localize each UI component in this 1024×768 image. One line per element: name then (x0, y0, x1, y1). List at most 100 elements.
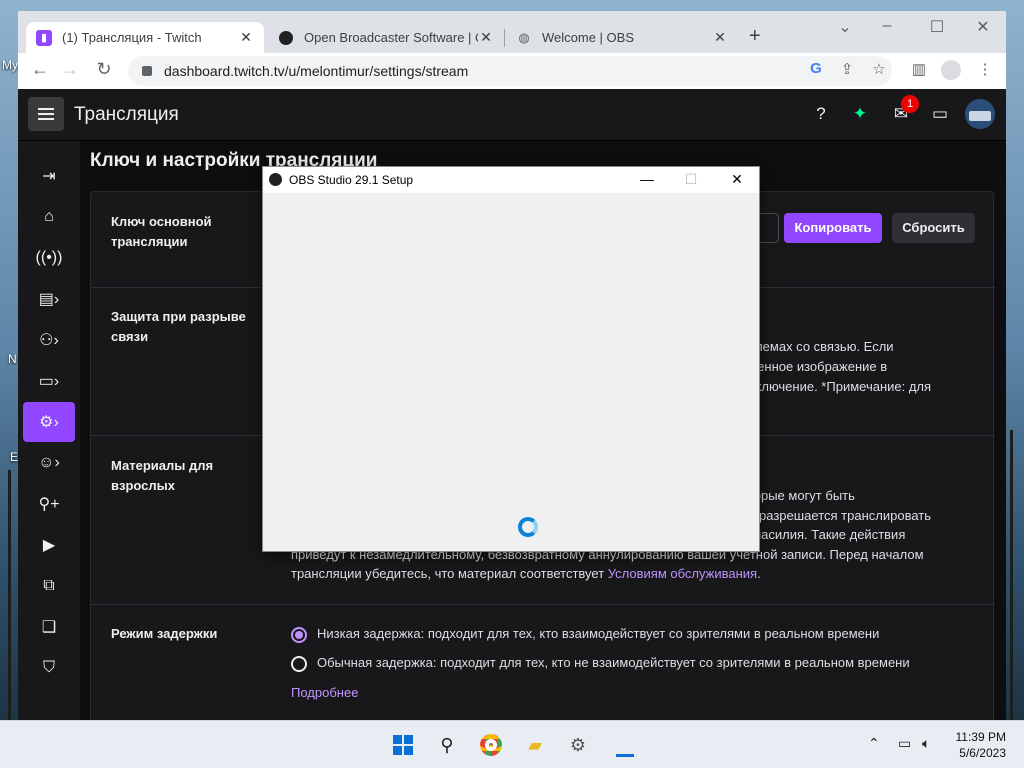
close-icon[interactable]: ✕ (238, 29, 254, 46)
twitch-icon: ▮ (36, 29, 52, 46)
dashboard-sidebar: ⇥ ⌂ ((•)) ▤› ⚇› ▭› ⚙› ☺› ⚲+ ▶ ⧉ ❑ ⛉ (18, 141, 80, 720)
back-icon[interactable]: ← (28, 59, 52, 80)
description-text: еменное изображение в (741, 359, 888, 374)
side-panel-icon[interactable]: ▥ (908, 60, 930, 78)
tab-divider (504, 29, 505, 47)
learn-more-link[interactable]: Подробнее (291, 683, 358, 703)
disconnect-protection-label: Защита при разрыве связи (111, 309, 246, 344)
description-text: . (757, 566, 761, 581)
dialog-title: OBS Studio 29.1 Setup (289, 173, 414, 187)
description-text: не разрешается транслировать (741, 508, 932, 523)
tab-obs-site[interactable]: Open Broadcaster Software | OBS ✕ (268, 22, 504, 53)
help-icon[interactable]: ? (809, 104, 833, 124)
desktop-label-fragment: N (8, 352, 17, 366)
clock-date: 5/6/2023 (959, 746, 1006, 760)
obs-icon (278, 30, 294, 46)
viewer-rewards-icon[interactable]: ☺› (23, 443, 75, 483)
close-icon[interactable]: ✕ (478, 29, 494, 46)
stream-key-label: Ключ основной трансляции (111, 214, 212, 249)
minimize-button[interactable]: — (627, 171, 667, 187)
file-explorer-icon[interactable]: ▰ (520, 731, 550, 759)
dashboard-header: Трансляция ? ✦ ✉ 1 ▭ (18, 89, 1006, 141)
shield-icon[interactable]: ⛉ (23, 648, 75, 688)
tab-obs-welcome[interactable]: ◍ Welcome | OBS ✕ (506, 22, 738, 53)
close-button[interactable]: ✕ (717, 171, 757, 188)
tab-title: Welcome | OBS (542, 30, 634, 45)
search-icon[interactable]: ⚲ (432, 731, 462, 759)
tab-title: (1) Трансляция - Twitch (62, 30, 202, 45)
home-icon[interactable]: ⌂ (23, 197, 75, 237)
new-tab-button[interactable]: + (749, 25, 761, 48)
extensions-icon[interactable]: ⧉ (23, 566, 75, 606)
whispers-icon[interactable]: ▭ (928, 104, 952, 124)
desktop-wallpaper-tree (1010, 430, 1013, 720)
low-latency-radio[interactable] (291, 627, 307, 643)
close-icon[interactable]: ✕ (712, 29, 728, 46)
description-text: трансляции убедитесь, что материал соотв… (291, 564, 761, 584)
forward-icon[interactable]: → (58, 59, 82, 80)
maximize-button[interactable]: ☐ (914, 17, 960, 37)
maximize-button: ☐ (684, 171, 698, 187)
profile-icon[interactable] (940, 60, 962, 84)
reset-button[interactable]: Сбросить (892, 213, 975, 243)
book-icon[interactable]: ❑ (23, 607, 75, 647)
broadcast-icon[interactable]: ((•)) (23, 238, 75, 278)
settings-gear-icon[interactable]: ⚙› (23, 402, 75, 442)
lock-icon (142, 66, 152, 76)
address-bar[interactable]: dashboard.twitch.tv/u/melontimur/setting… (128, 56, 892, 86)
description-text: одключение. *Примечание: для (741, 379, 932, 394)
radio-label: Низкая задержка: подходит для тех, кто в… (317, 626, 880, 641)
avatar[interactable] (965, 99, 995, 129)
analytics-icon[interactable]: ▤› (23, 279, 75, 319)
terms-of-service-link[interactable]: Условиям обслуживания (608, 566, 757, 581)
tab-twitch[interactable]: ▮ (1) Трансляция - Twitch ✕ (26, 22, 264, 53)
settings-gear-icon[interactable]: ⚙ (563, 731, 593, 759)
chevron-up-icon[interactable]: ⌃ (868, 735, 880, 752)
loading-spinner-icon (518, 517, 538, 537)
minimize-button[interactable]: – (864, 17, 910, 35)
menu-hamburger-icon[interactable] (28, 97, 64, 131)
taskbar: ⚲ ▰ ⚙ ⌃ ▭ 🔈︎ 11:39 PM 5/6/2023 (0, 720, 1024, 768)
normal-latency-radio[interactable] (291, 656, 307, 672)
browser-toolbar: ← → ↻ dashboard.twitch.tv/u/melontimur/s… (18, 53, 1006, 89)
chevron-down-icon[interactable]: ⌄ (822, 17, 868, 37)
dialog-titlebar[interactable]: OBS Studio 29.1 Setup — ☐ ✕ (263, 167, 759, 193)
sparkle-icon[interactable]: ✦ (848, 104, 872, 124)
close-window-button[interactable]: ✕ (960, 17, 1006, 37)
description-text: ы насилия. Такие действия (741, 527, 906, 542)
expand-sidebar-icon[interactable]: ⇥ (23, 156, 75, 196)
google-translate-icon[interactable]: G (805, 60, 827, 77)
community-icon[interactable]: ⚇› (23, 320, 75, 360)
system-clock[interactable]: 11:39 PM 5/6/2023 (956, 729, 1006, 761)
clock-time: 11:39 PM (955, 730, 1006, 744)
desktop-label-fragment: My (2, 58, 18, 72)
menu-kebab-icon[interactable]: ⋮ (974, 60, 996, 78)
tab-strip: ▮ (1) Трансляция - Twitch ✕ Open Broadca… (18, 11, 1006, 53)
mature-content-label: Материалы для взрослых (111, 458, 214, 493)
tab-title: Open Broadcaster Software | OBS (304, 30, 478, 45)
row-divider (91, 604, 995, 605)
globe-icon: ◍ (518, 29, 530, 45)
latency-mode-label: Режим задержки (111, 626, 218, 641)
network-icon[interactable]: ▭ (898, 735, 911, 752)
description-text: трансляции убедитесь, что материал соотв… (291, 566, 608, 581)
copy-button[interactable]: Копировать (784, 213, 882, 243)
description-text: облемах со связью. Если (741, 339, 894, 354)
add-person-icon[interactable]: ⚲+ (23, 484, 75, 524)
obs-icon (269, 173, 282, 186)
volume-icon[interactable]: 🔈︎ (922, 735, 930, 752)
setup-app-icon[interactable] (610, 731, 640, 759)
bookmark-star-icon[interactable]: ☆ (868, 60, 890, 78)
page-title: Трансляция (74, 104, 179, 125)
reload-icon[interactable]: ↻ (92, 59, 116, 80)
camera-icon[interactable]: ▶ (23, 525, 75, 565)
share-icon[interactable]: ⇪ (836, 60, 858, 78)
radio-label: Обычная задержка: подходит для тех, кто … (317, 655, 910, 670)
obs-setup-dialog: OBS Studio 29.1 Setup — ☐ ✕ (262, 166, 760, 552)
content-icon[interactable]: ▭› (23, 361, 75, 401)
windows-start-icon[interactable] (388, 731, 418, 759)
desktop-wallpaper-tree (8, 470, 11, 720)
desktop-label-fragment: E (10, 450, 19, 464)
chrome-icon[interactable] (476, 731, 506, 759)
notification-badge: 1 (901, 95, 919, 113)
